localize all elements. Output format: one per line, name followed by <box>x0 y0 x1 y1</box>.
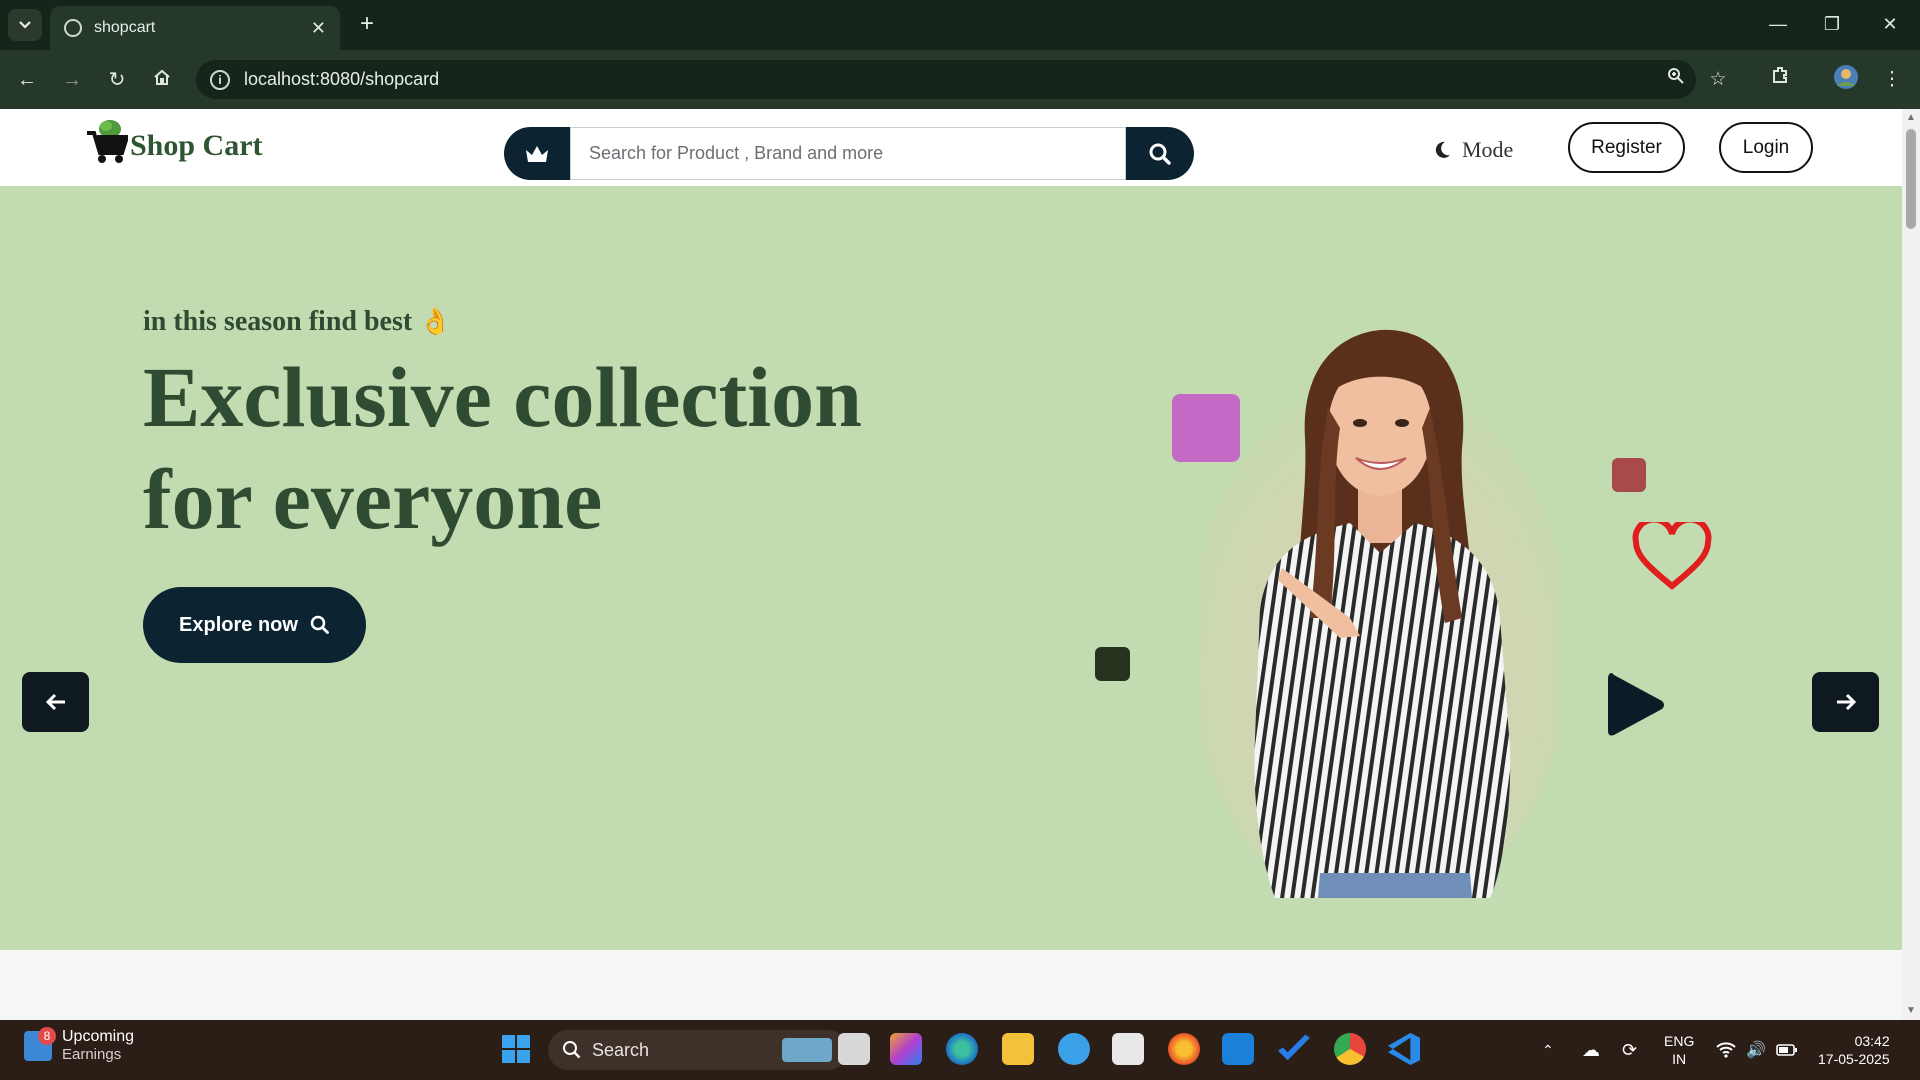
hero-headline: Exclusive collection for everyone <box>143 346 963 550</box>
site-header: Shop Cart Mode Register Login <box>0 109 1902 186</box>
restore-icon[interactable]: ❐ <box>1810 8 1854 40</box>
widget-title: Upcoming <box>62 1028 135 1045</box>
search-bar <box>504 127 1194 180</box>
new-tab-button[interactable]: + <box>352 10 382 40</box>
previous-slide-button[interactable] <box>22 672 89 732</box>
search-icon <box>310 615 329 634</box>
forward-icon[interactable]: → <box>55 63 89 97</box>
zoom-icon[interactable] <box>1660 64 1692 96</box>
bookmark-star-icon[interactable]: ☆ <box>1702 64 1734 96</box>
hero-banner: in this season find best 👌 Exclusive col… <box>0 186 1902 986</box>
home-glyph <box>154 69 170 85</box>
battery-icon[interactable] <box>1776 1020 1798 1080</box>
vscode-icon[interactable] <box>1388 1033 1420 1065</box>
tab-search-button[interactable] <box>8 9 42 41</box>
dark-mode-toggle[interactable]: Mode <box>1432 133 1513 167</box>
crown-icon <box>526 145 548 162</box>
mode-label: Mode <box>1462 137 1514 162</box>
extensions-icon[interactable] <box>1765 64 1797 96</box>
help-icon[interactable] <box>1058 1033 1090 1065</box>
heart-icon <box>1632 522 1712 590</box>
logo-text: Shop Cart <box>130 129 263 162</box>
search-icon <box>1149 143 1171 165</box>
page-section-below <box>0 950 1902 1020</box>
browser-toolbar: ← → ↻ i localhost:8080/shopcard ☆ ⋮ <box>0 50 1920 109</box>
microsoft-store-icon[interactable] <box>1112 1033 1144 1065</box>
category-button[interactable] <box>504 127 570 180</box>
browser-menu-icon[interactable]: ⋮ <box>1876 64 1908 96</box>
back-icon[interactable]: ← <box>10 63 44 97</box>
tray-overflow-icon[interactable]: ⌃ <box>1542 1020 1554 1080</box>
page-viewport: Shop Cart Mode Register Login in this se… <box>0 109 1902 1020</box>
home-icon[interactable] <box>145 63 179 97</box>
task-view-icon[interactable] <box>838 1033 870 1065</box>
shopping-cart-icon <box>87 120 128 163</box>
decorative-square-red <box>1612 458 1646 492</box>
widget-subtitle: Earnings <box>62 1046 122 1063</box>
scroll-down-icon[interactable]: ▼ <box>1905 1005 1917 1017</box>
chevron-down-icon <box>19 21 31 29</box>
region-code: IN <box>1672 1051 1687 1067</box>
volume-icon[interactable]: 🔊 <box>1746 1020 1766 1080</box>
page-scrollbar[interactable]: ▲ ▼ <box>1902 109 1920 1020</box>
search-highlight-icon <box>782 1038 832 1062</box>
clock-time: 03:42 <box>1854 1033 1890 1049</box>
arrow-right-icon <box>1836 693 1856 711</box>
hero-kicker: in this season find best 👌 <box>143 306 452 338</box>
site-logo[interactable]: Shop Cart <box>86 117 263 165</box>
url-text: localhost:8080/shopcard <box>244 69 440 89</box>
wifi-icon[interactable] <box>1716 1020 1736 1080</box>
firefox-icon[interactable] <box>1168 1033 1200 1065</box>
explore-now-label: Explore now <box>179 613 298 636</box>
close-tab-icon[interactable]: ✕ <box>311 18 326 39</box>
minimize-icon[interactable]: — <box>1756 8 1800 40</box>
close-window-icon[interactable]: ✕ <box>1868 8 1912 40</box>
taskbar-search-label: Search <box>592 1039 650 1060</box>
windows-start-icon[interactable] <box>500 1033 532 1065</box>
language-indicator[interactable]: ENG IN <box>1664 1020 1694 1080</box>
decorative-square-dark <box>1095 647 1130 681</box>
hero-headline-line1: Exclusive collection <box>143 349 862 445</box>
myhp-icon[interactable] <box>1222 1033 1254 1065</box>
notification-badge: 8 <box>38 1026 56 1045</box>
browser-titlebar: shopcart ✕ + — ❐ ✕ <box>0 0 1920 50</box>
edge-icon[interactable] <box>946 1033 978 1065</box>
browser-tab[interactable]: shopcart ✕ <box>50 6 340 50</box>
scrollbar-thumb[interactable] <box>1906 129 1916 229</box>
globe-icon <box>64 19 82 37</box>
ok-hand-icon: 👌 <box>419 307 452 336</box>
hero-headline-line2: for everyone <box>143 451 603 547</box>
search-icon <box>563 1041 581 1059</box>
address-bar[interactable]: i localhost:8080/shopcard <box>196 60 1696 99</box>
tab-title: shopcart <box>94 19 156 36</box>
reload-icon[interactable]: ↻ <box>100 63 134 97</box>
todo-icon[interactable] <box>1278 1034 1310 1061</box>
onedrive-icon[interactable]: ☁ <box>1582 1020 1600 1080</box>
search-input[interactable] <box>570 127 1126 180</box>
next-slide-button[interactable] <box>1812 672 1879 732</box>
explore-now-button[interactable]: Explore now <box>143 587 366 663</box>
windows-taskbar: 8 Upcoming Earnings Search ⌃ ☁ ⟳ ENG IN … <box>0 1020 1920 1080</box>
clock-date: 17-05-2025 <box>1818 1051 1890 1067</box>
profile-avatar-icon[interactable] <box>1830 64 1862 96</box>
hero-kicker-text: in this season find best <box>143 306 413 337</box>
login-button[interactable]: Login <box>1719 122 1813 173</box>
file-explorer-icon[interactable] <box>1002 1033 1034 1065</box>
stocks-widget-icon: 8 <box>24 1026 56 1061</box>
arrow-left-icon <box>45 693 65 711</box>
sync-icon[interactable]: ⟳ <box>1622 1020 1637 1080</box>
site-info-icon[interactable]: i <box>210 69 230 90</box>
widgets-button[interactable]: 8 Upcoming Earnings <box>24 1026 135 1063</box>
language-code: ENG <box>1664 1033 1695 1049</box>
register-button[interactable]: Register <box>1568 122 1685 173</box>
taskbar-search[interactable]: Search <box>548 1030 848 1070</box>
scroll-up-icon[interactable]: ▲ <box>1905 112 1917 124</box>
play-icon[interactable] <box>1604 669 1668 741</box>
moon-icon <box>1435 141 1450 158</box>
clock[interactable]: 03:42 17-05-2025 <box>1818 1020 1890 1080</box>
chrome-icon[interactable] <box>1334 1033 1366 1065</box>
search-button[interactable] <box>1126 127 1194 180</box>
model-photo <box>1200 329 1560 898</box>
copilot-icon[interactable] <box>890 1033 922 1065</box>
